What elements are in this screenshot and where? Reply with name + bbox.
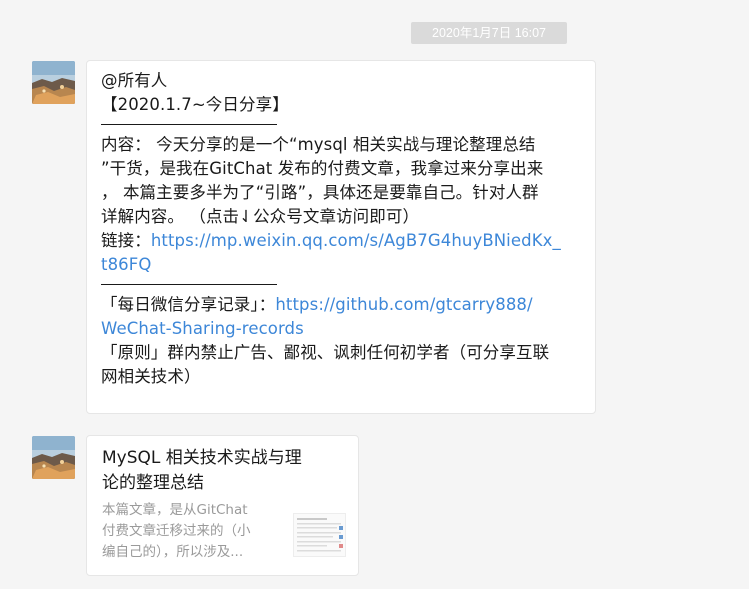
- thumbnail-image-icon: [294, 514, 345, 556]
- github-link-continued[interactable]: WeChat-Sharing-records: [101, 319, 304, 338]
- chat-window: 2020年1月7日 16:07 @所有人 【2020.1.7~今日分享】 内容：…: [0, 0, 749, 589]
- article-card-desc-line: 编自己的），所以涉及...: [102, 544, 244, 560]
- content-line: 内容： 今天分享的是一个“mysql 相关实战与理论整理总结: [101, 135, 536, 154]
- message-bubble[interactable]: @所有人 【2020.1.7~今日分享】 内容： 今天分享的是一个“mysql …: [86, 60, 596, 414]
- link-label: 链接：: [101, 231, 151, 250]
- github-link[interactable]: https://github.com/gtcarry888/: [275, 295, 532, 314]
- article-card-desc-line: 付费文章迁移过来的（小: [102, 523, 251, 539]
- content-line: ”干货，是我在GitChat 发布的付费文章，我拿过来分享出来: [101, 159, 544, 178]
- article-card-description: 本篇文章，是从GitChat 付费文章迁移过来的（小 编自己的），所以涉及...: [102, 500, 282, 563]
- principle-line: 网相关技术）: [101, 367, 201, 386]
- link-line-continued: t86FQ: [101, 253, 585, 277]
- mention-text: @所有人: [101, 71, 168, 90]
- article-card-desc-line: 本篇文章，是从GitChat: [102, 502, 248, 518]
- divider-line: [101, 124, 277, 125]
- content-line: 详解内容。 （点击⇃公众号文章访问即可）: [101, 207, 420, 226]
- article-card-title-line: 论的整理总结: [102, 473, 204, 493]
- article-thumbnail: [293, 513, 346, 557]
- content-line: ， 本篇主要多半为了“引路”，具体还是要靠自己。针对人群: [101, 183, 539, 202]
- message-timestamp: 2020年1月7日 16:07: [411, 22, 567, 44]
- record-line: 「每日微信分享记录」：https://github.com/gtcarry888…: [101, 293, 585, 317]
- link-line: 链接：https://mp.weixin.qq.com/s/AgB7G4huyB…: [101, 229, 585, 253]
- article-link-continued[interactable]: t86FQ: [101, 255, 151, 274]
- avatar-image-icon: [32, 436, 75, 479]
- article-card-title: MySQL 相关技术实战与理 论的整理总结: [102, 446, 342, 496]
- avatar-image-icon: [32, 61, 75, 104]
- article-card-title-line: MySQL 相关技术实战与理: [102, 448, 302, 468]
- divider-line: [101, 284, 277, 285]
- principle-line: 「原则」群内禁止广告、鄙视、讽刺任何初学者（可分享互联: [101, 343, 550, 362]
- share-heading: 【2020.1.7~今日分享】: [101, 95, 289, 114]
- article-link[interactable]: https://mp.weixin.qq.com/s/AgB7G4huyBNie…: [151, 231, 561, 250]
- sender-avatar[interactable]: [32, 436, 75, 479]
- article-card[interactable]: MySQL 相关技术实战与理 论的整理总结 本篇文章，是从GitChat 付费文…: [86, 435, 359, 576]
- record-line-continued: WeChat-Sharing-records: [101, 317, 585, 341]
- record-label: 「每日微信分享记录」：: [101, 295, 276, 314]
- sender-avatar[interactable]: [32, 61, 75, 104]
